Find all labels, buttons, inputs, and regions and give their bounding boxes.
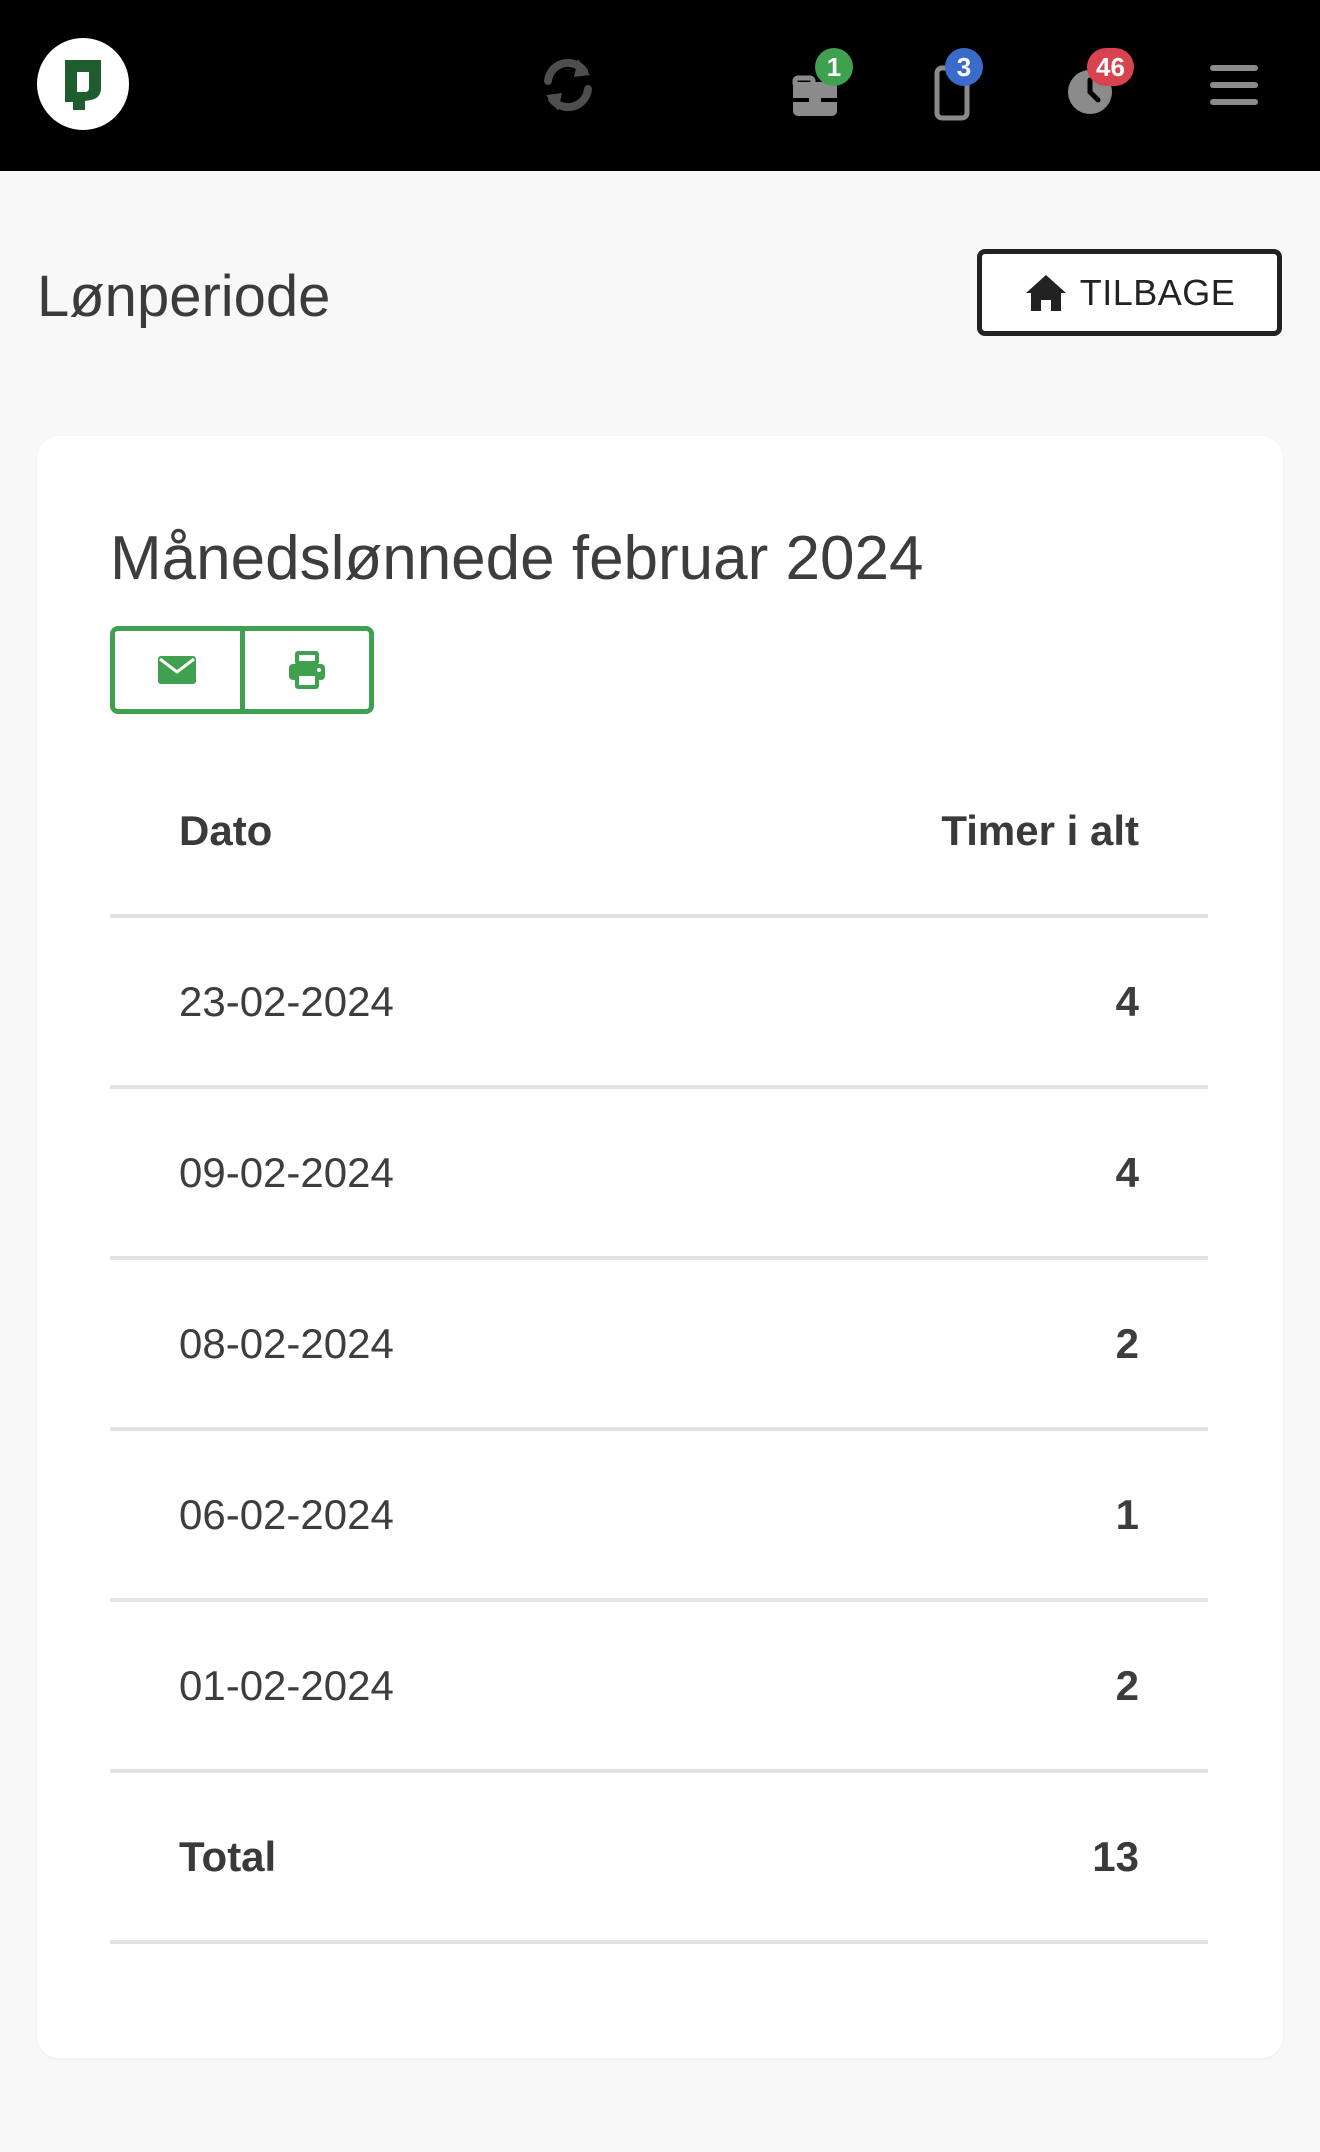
table-row: 23-02-2024 4: [110, 918, 1208, 1089]
briefcase-badge: 1: [815, 48, 853, 86]
total-label: Total: [179, 1832, 277, 1880]
logo-icon[interactable]: [37, 38, 129, 130]
phone-badge: 3: [945, 48, 983, 86]
column-header-date: Dato: [179, 806, 273, 854]
back-button-label: TILBAGE: [1079, 271, 1236, 313]
table-row: 09-02-2024 4: [110, 1089, 1208, 1260]
card-title: Månedslønnede februar 2024: [110, 524, 924, 593]
page-title: Lønperiode: [37, 264, 331, 329]
payroll-card: Månedslønnede februar 2024 Dato Timer i …: [37, 436, 1283, 2058]
table-row: 06-02-2024 1: [110, 1431, 1208, 1602]
row-date: 08-02-2024: [179, 1319, 394, 1367]
row-date: 06-02-2024: [179, 1490, 394, 1538]
row-date: 23-02-2024: [179, 977, 394, 1025]
row-hours: 4: [1115, 977, 1139, 1025]
top-navbar: 1 3 46: [0, 0, 1320, 171]
print-button[interactable]: [239, 631, 369, 709]
total-value: 13: [1092, 1832, 1139, 1880]
table-total-row: Total 13: [110, 1773, 1208, 1944]
column-header-hours: Timer i alt: [941, 806, 1139, 854]
row-hours: 2: [1115, 1661, 1139, 1709]
envelope-icon: [157, 655, 197, 685]
hours-table: Dato Timer i alt 23-02-2024 4 09-02-2024…: [110, 747, 1208, 1944]
table-row: 01-02-2024 2: [110, 1602, 1208, 1773]
hamburger-menu-icon[interactable]: [1194, 45, 1274, 125]
email-button[interactable]: [115, 631, 240, 709]
row-hours: 2: [1115, 1319, 1139, 1367]
home-icon: [1024, 273, 1068, 313]
table-row: 08-02-2024 2: [110, 1260, 1208, 1431]
clock-badge: 46: [1087, 48, 1134, 86]
row-date: 09-02-2024: [179, 1148, 394, 1196]
print-icon: [287, 650, 327, 690]
refresh-icon[interactable]: [528, 45, 608, 125]
back-button[interactable]: TILBAGE: [977, 249, 1282, 336]
row-hours: 1: [1115, 1490, 1139, 1538]
action-button-group: [110, 626, 374, 714]
row-date: 01-02-2024: [179, 1661, 394, 1709]
row-hours: 4: [1115, 1148, 1139, 1196]
table-header-row: Dato Timer i alt: [110, 747, 1208, 918]
